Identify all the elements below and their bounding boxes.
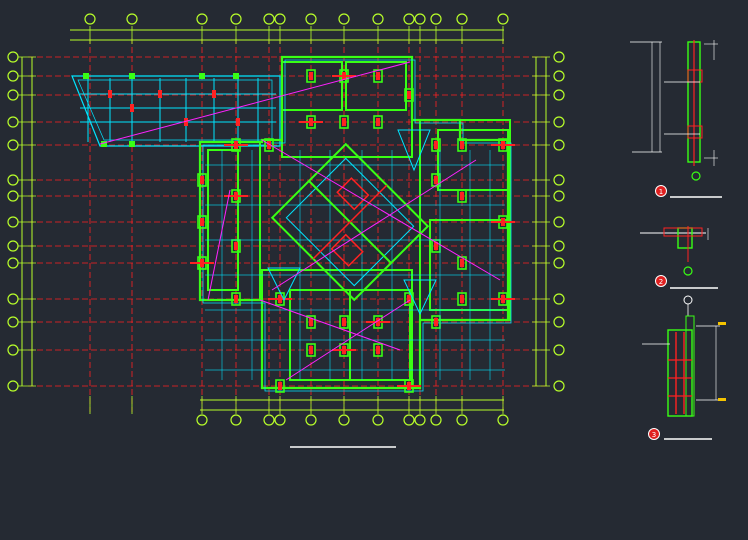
cad-drawing-canvas: 1 2 3 [0,0,748,540]
wing-column [199,73,205,79]
column [460,141,464,149]
wing-column [158,90,162,98]
wing-column [236,118,240,126]
detail-number: 1 [659,188,663,196]
column [342,318,346,326]
wing-column [83,73,89,79]
column [234,242,238,250]
column [200,176,204,184]
wing-column [130,104,134,112]
column [278,382,282,390]
column [434,141,438,149]
column [376,346,380,354]
column [407,91,411,99]
wing-column [233,73,239,79]
column [460,259,464,267]
column [376,72,380,80]
column [460,192,464,200]
detail-tag [718,398,726,401]
detail-number: 3 [652,431,656,439]
wing-column [129,141,135,147]
wing-column [212,90,216,98]
detail-number: 2 [659,278,663,286]
column [376,118,380,126]
column [434,176,438,184]
column [342,118,346,126]
column [309,346,313,354]
wing-column [108,90,112,98]
column [460,295,464,303]
column [200,218,204,226]
column [434,318,438,326]
column [234,295,238,303]
detail-tag [718,322,726,325]
wing-column [129,73,135,79]
column [309,72,313,80]
